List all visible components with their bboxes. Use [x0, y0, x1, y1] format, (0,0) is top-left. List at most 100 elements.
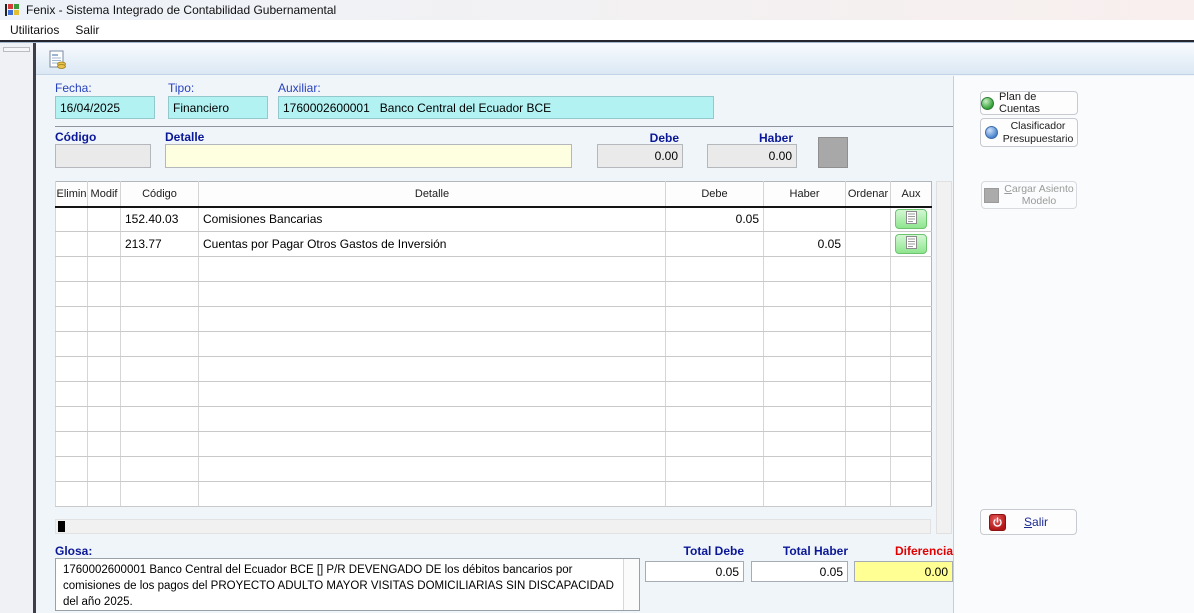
- col-header-aux[interactable]: Aux: [891, 182, 932, 207]
- entry-cell-codigo: 213.77: [121, 232, 199, 257]
- entry-cell-detalle: Cuentas por Pagar Otros Gastos de Invers…: [199, 232, 666, 257]
- entry-cell-haber: [764, 357, 846, 382]
- entry-row[interactable]: 152.40.03Comisiones Bancarias0.05: [56, 207, 932, 232]
- detalle-input[interactable]: [165, 144, 572, 168]
- entry-cell-modif: [88, 407, 121, 432]
- entry-cell-debe: [666, 407, 764, 432]
- haber-input[interactable]: 0.00: [707, 144, 797, 168]
- gray-square-icon: [984, 188, 999, 203]
- entry-cell-modif: [88, 207, 121, 232]
- entry-cell-haber: [764, 407, 846, 432]
- entry-row[interactable]: [56, 457, 932, 482]
- window-title: Fenix - Sistema Integrado de Contabilida…: [26, 3, 336, 17]
- col-header-elimin[interactable]: Elimin: [56, 182, 88, 207]
- entry-cell-aux: [891, 457, 932, 482]
- col-header-codigo[interactable]: Código: [121, 182, 199, 207]
- entry-cell-elimin: [56, 407, 88, 432]
- journal-entry-document-icon[interactable]: [46, 49, 68, 71]
- grid-horizontal-scrollbar[interactable]: [55, 519, 931, 534]
- entry-row[interactable]: [56, 407, 932, 432]
- entry-cell-debe: [666, 457, 764, 482]
- entry-row[interactable]: [56, 257, 932, 282]
- col-header-ordenar[interactable]: Ordenar: [846, 182, 891, 207]
- entry-row[interactable]: [56, 482, 932, 507]
- entry-cell-aux: [891, 357, 932, 382]
- codigo-input[interactable]: [55, 144, 151, 168]
- entry-cell-ordenar: [846, 332, 891, 357]
- plan-de-cuentas-button[interactable]: Plan de Cuentas: [980, 91, 1078, 115]
- menu-salir[interactable]: Salir: [67, 21, 107, 39]
- glosa-textarea[interactable]: 1760002600001 Banco Central del Ecuador …: [55, 558, 640, 611]
- entry-row[interactable]: [56, 307, 932, 332]
- entry-cell-haber: [764, 307, 846, 332]
- entry-row[interactable]: [56, 282, 932, 307]
- entry-cell-debe: [666, 482, 764, 507]
- total-haber-value: 0.05: [751, 561, 848, 582]
- entry-cell-ordenar: [846, 307, 891, 332]
- entry-cell-detalle: [199, 482, 666, 507]
- entry-row[interactable]: [56, 432, 932, 457]
- entry-row[interactable]: [56, 332, 932, 357]
- aux-detail-button[interactable]: [895, 234, 927, 254]
- entry-cell-debe: [666, 432, 764, 457]
- entry-cell-haber: 0.05: [764, 232, 846, 257]
- add-entry-button[interactable]: [818, 137, 848, 168]
- auxiliar-field[interactable]: 1760002600001 Banco Central del Ecuador …: [278, 96, 714, 119]
- entry-cell-modif: [88, 432, 121, 457]
- salir-button[interactable]: Salir: [980, 509, 1077, 535]
- document-icon: [906, 211, 917, 227]
- entry-cell-codigo: [121, 257, 199, 282]
- grid-hscroll-thumb[interactable]: [58, 521, 65, 532]
- entry-cell-aux: [891, 257, 932, 282]
- entry-cell-aux: [891, 432, 932, 457]
- entry-cell-aux: [891, 207, 932, 232]
- entry-cell-modif: [88, 282, 121, 307]
- grid-vertical-scrollbar[interactable]: [936, 181, 952, 534]
- green-sphere-icon: [981, 97, 994, 110]
- entry-cell-ordenar: [846, 282, 891, 307]
- entry-cell-codigo: [121, 357, 199, 382]
- col-header-detalle[interactable]: Detalle: [199, 182, 666, 207]
- entry-cell-modif: [88, 232, 121, 257]
- entry-cell-detalle: [199, 457, 666, 482]
- tipo-field[interactable]: Financiero: [168, 96, 268, 119]
- col-header-debe[interactable]: Debe: [666, 182, 764, 207]
- entry-row[interactable]: [56, 382, 932, 407]
- entry-cell-debe: [666, 357, 764, 382]
- entry-cell-debe: 0.05: [666, 207, 764, 232]
- entry-cell-codigo: [121, 307, 199, 332]
- salir-label: Salir: [1024, 515, 1048, 529]
- entry-cell-codigo: [121, 407, 199, 432]
- entry-cell-ordenar: [846, 482, 891, 507]
- menu-utilitarios[interactable]: Utilitarios: [2, 21, 67, 39]
- entry-cell-ordenar: [846, 257, 891, 282]
- entry-cell-aux: [891, 307, 932, 332]
- entry-cell-codigo: [121, 382, 199, 407]
- entry-row[interactable]: [56, 357, 932, 382]
- clasificador-presupuestario-button[interactable]: Clasificador Presupuestario: [980, 118, 1078, 147]
- entry-cell-haber: [764, 382, 846, 407]
- entry-cell-aux: [891, 332, 932, 357]
- glosa-scrollbar[interactable]: [623, 559, 639, 610]
- cargar-asiento-modelo-button[interactable]: Cargar Asiento Modelo: [981, 181, 1077, 209]
- entry-cell-ordenar: [846, 207, 891, 232]
- entry-cell-modif: [88, 357, 121, 382]
- aux-detail-button[interactable]: [895, 209, 927, 229]
- entry-cell-elimin: [56, 282, 88, 307]
- entry-cell-aux: [891, 407, 932, 432]
- col-header-modif[interactable]: Modif: [88, 182, 121, 207]
- detalle-label: Detalle: [165, 130, 204, 144]
- entry-cell-codigo: [121, 332, 199, 357]
- panel-splitter-grip[interactable]: [3, 47, 30, 52]
- entry-cell-haber: [764, 457, 846, 482]
- entry-table-body: 152.40.03Comisiones Bancarias0.05213.77C…: [56, 207, 932, 507]
- entry-row[interactable]: 213.77Cuentas por Pagar Otros Gastos de …: [56, 232, 932, 257]
- col-header-haber[interactable]: Haber: [764, 182, 846, 207]
- entry-cell-detalle: [199, 357, 666, 382]
- entry-cell-haber: [764, 332, 846, 357]
- entry-cell-haber: [764, 482, 846, 507]
- debe-input[interactable]: 0.00: [597, 144, 683, 168]
- fecha-field[interactable]: 16/04/2025: [55, 96, 155, 119]
- entry-cell-elimin: [56, 357, 88, 382]
- entry-cell-detalle: [199, 257, 666, 282]
